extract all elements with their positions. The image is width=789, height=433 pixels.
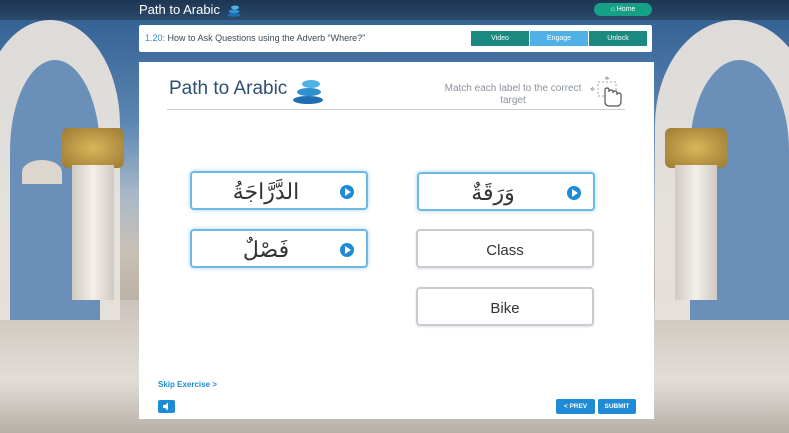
- home-icon: ⌂: [610, 6, 615, 13]
- lesson-bar: 1.20: How to Ask Questions using the Adv…: [139, 25, 652, 52]
- arabic-word: وَرَقَةٌ: [471, 181, 515, 206]
- target-slot-filled[interactable]: وَرَقَةٌ: [417, 172, 595, 211]
- tab-unlock[interactable]: Unlock: [589, 31, 647, 46]
- drag-label-bicycle[interactable]: الدَّرَّاجَةُ: [190, 171, 368, 210]
- prev-button[interactable]: < PREV: [556, 399, 595, 414]
- lesson-number: 1.20:: [145, 33, 166, 43]
- speaker-icon: [163, 402, 168, 411]
- drag-hand-icon: [590, 76, 622, 107]
- lesson-title-text: How to Ask Questions using the Adverb “W…: [167, 33, 366, 43]
- target-label: Bike: [490, 300, 520, 317]
- play-icon[interactable]: [567, 186, 581, 200]
- brand-name: Path to Arabic: [139, 2, 220, 17]
- logo-mark-icon: [293, 80, 323, 104]
- target-slot-bike[interactable]: Bike: [416, 287, 594, 326]
- submit-button[interactable]: SUBMIT: [598, 399, 636, 414]
- tab-video[interactable]: Video: [471, 31, 529, 46]
- target-label: Class: [486, 242, 524, 259]
- lesson-title: 1.20: How to Ask Questions using the Adv…: [145, 33, 365, 43]
- home-button[interactable]: ⌂ Home: [594, 3, 652, 16]
- home-label: Home: [616, 6, 636, 13]
- arabic-word: فَصْلٌ: [242, 238, 290, 263]
- instruction-text: Match each label to the correct target: [444, 83, 582, 106]
- header-divider: [167, 109, 625, 110]
- drag-label-class[interactable]: فَصْلٌ: [190, 229, 368, 268]
- lesson-tabs: Video Engage Unlock: [471, 31, 648, 46]
- target-slot-class[interactable]: Class: [416, 229, 594, 268]
- play-icon[interactable]: [340, 243, 354, 257]
- brand-logo: Path to Arabic: [139, 2, 241, 17]
- exercise-logo: Path to Arabic: [169, 78, 288, 99]
- skip-exercise-link[interactable]: Skip Exercise >: [158, 380, 217, 389]
- exercise-panel: Path to Arabic Match each label to the c…: [139, 62, 654, 419]
- logo-mark-icon: [227, 5, 241, 17]
- play-icon[interactable]: [340, 185, 354, 199]
- top-bar: Path to Arabic ⌂ Home: [0, 0, 789, 20]
- tab-engage[interactable]: Engage: [530, 31, 588, 46]
- arabic-word: الدَّرَّاجَةُ: [232, 180, 300, 205]
- audio-button[interactable]: [158, 400, 175, 413]
